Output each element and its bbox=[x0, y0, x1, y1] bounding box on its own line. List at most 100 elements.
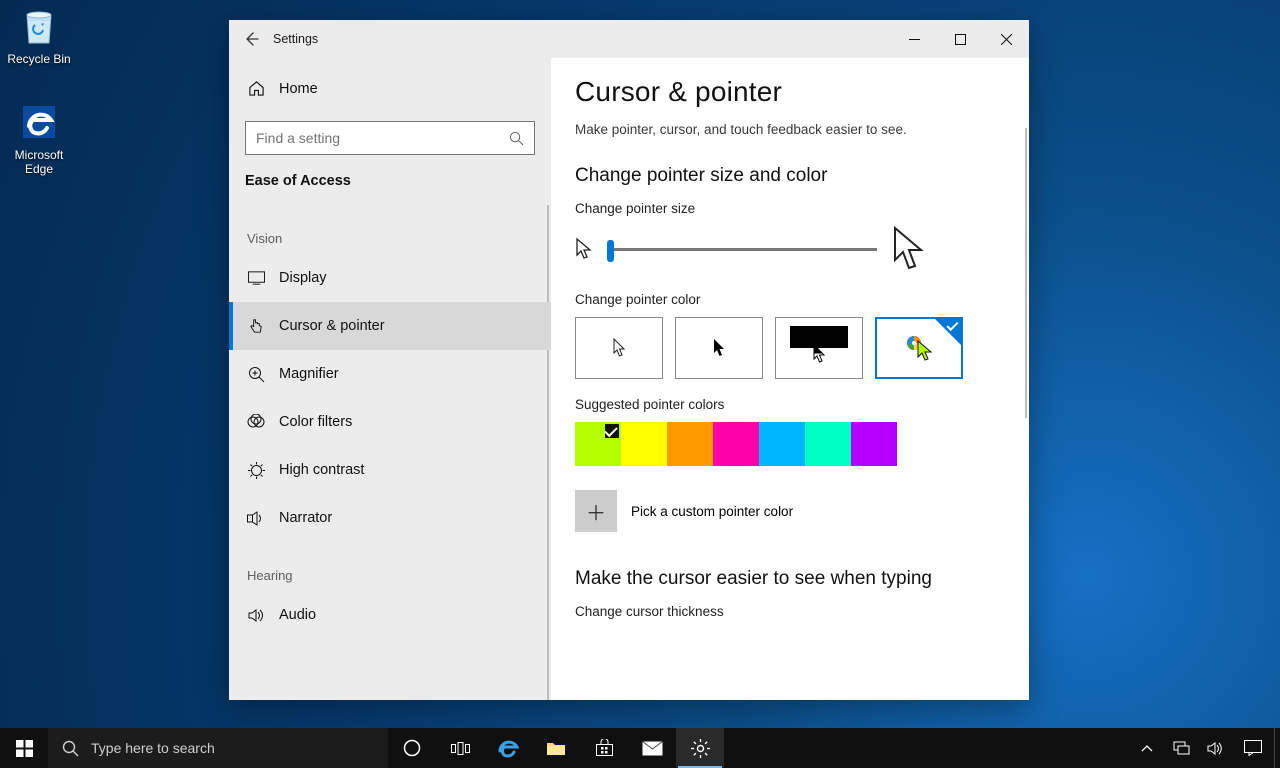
search-icon bbox=[62, 740, 79, 757]
sidebar-item-display[interactable]: Display bbox=[229, 254, 551, 302]
edge-icon bbox=[497, 737, 519, 759]
pointer-color-black[interactable] bbox=[675, 317, 763, 379]
sidebar-section-title: Ease of Access bbox=[245, 173, 535, 189]
mail-icon bbox=[642, 741, 663, 756]
sidebar-item-color-filters[interactable]: Color filters bbox=[229, 398, 551, 446]
pointer-color-label: Change pointer color bbox=[575, 292, 1005, 307]
pointer-size-slider[interactable] bbox=[607, 248, 877, 251]
tray-network[interactable] bbox=[1164, 728, 1198, 768]
sidebar-item-narrator[interactable]: Narrator bbox=[229, 494, 551, 542]
search-input-wrap[interactable] bbox=[245, 121, 535, 155]
desktop-icon-label: Microsoft Edge bbox=[2, 148, 76, 176]
sidebar-item-label: Narrator bbox=[279, 510, 332, 526]
taskbar-settings[interactable] bbox=[676, 728, 724, 768]
slider-thumb[interactable] bbox=[607, 240, 614, 262]
network-icon bbox=[1173, 741, 1190, 755]
settings-sidebar: Home Ease of Access Vision Display Curso… bbox=[229, 58, 551, 700]
page-lead: Make pointer, cursor, and touch feedback… bbox=[575, 122, 1005, 137]
back-button[interactable] bbox=[229, 20, 273, 58]
edge-icon bbox=[17, 100, 61, 144]
tray-chevron[interactable] bbox=[1130, 728, 1164, 768]
minimize-button[interactable] bbox=[891, 20, 937, 58]
sidebar-item-magnifier[interactable]: Magnifier bbox=[229, 350, 551, 398]
start-button[interactable] bbox=[0, 728, 48, 768]
minimize-icon bbox=[909, 34, 920, 45]
cursor-large-icon bbox=[891, 226, 925, 272]
audio-icon bbox=[247, 608, 265, 623]
sidebar-item-label: Display bbox=[279, 270, 327, 286]
recycle-bin-icon bbox=[17, 4, 61, 48]
suggested-color-swatch[interactable] bbox=[759, 422, 805, 466]
pointer-size-label: Change pointer size bbox=[575, 201, 1005, 216]
sidebar-item-label: Color filters bbox=[279, 414, 352, 430]
arrow-left-icon bbox=[243, 31, 259, 47]
taskbar-search[interactable]: Type here to search bbox=[48, 728, 388, 768]
cursor-thickness-label: Change cursor thickness bbox=[575, 604, 1005, 619]
sidebar-item-label: Magnifier bbox=[279, 366, 339, 382]
color-filters-icon bbox=[247, 414, 265, 430]
display-icon bbox=[247, 271, 265, 285]
maximize-icon bbox=[955, 34, 966, 45]
cursor-small-icon bbox=[575, 237, 593, 261]
page-title: Cursor & pointer bbox=[575, 76, 1005, 108]
sidebar-item-high-contrast[interactable]: High contrast bbox=[229, 446, 551, 494]
sidebar-item-label: Audio bbox=[279, 607, 316, 623]
sidebar-group-vision: Vision bbox=[229, 205, 551, 254]
taskbar-mail[interactable] bbox=[628, 728, 676, 768]
desktop-icon-label: Recycle Bin bbox=[2, 52, 76, 66]
pick-custom-color-label: Pick a custom pointer color bbox=[631, 504, 793, 519]
taskbar-edge[interactable] bbox=[484, 728, 532, 768]
home-icon bbox=[247, 80, 265, 97]
taskbar: Type here to search bbox=[0, 728, 1280, 768]
windows-icon bbox=[16, 740, 33, 757]
plus-icon: ＋ bbox=[586, 497, 606, 526]
tray-action-center[interactable] bbox=[1232, 728, 1274, 768]
selected-check-icon bbox=[935, 319, 961, 345]
suggested-color-swatch[interactable] bbox=[851, 422, 897, 466]
desktop-icon-edge[interactable]: Microsoft Edge bbox=[2, 100, 76, 176]
sidebar-item-cursor-pointer[interactable]: Cursor & pointer bbox=[229, 302, 551, 350]
magnifier-icon bbox=[247, 366, 265, 383]
pointer-color-custom[interactable] bbox=[875, 317, 963, 379]
taskbar-cortana[interactable] bbox=[388, 728, 436, 768]
inverted-pointer-icon bbox=[812, 344, 826, 364]
color-wheel-pointer-icon bbox=[904, 335, 934, 361]
volume-icon bbox=[1207, 741, 1224, 756]
suggested-color-swatch[interactable] bbox=[667, 422, 713, 466]
suggested-colors-label: Suggested pointer colors bbox=[575, 397, 1005, 412]
pointer-hand-icon bbox=[247, 318, 265, 335]
cortana-icon bbox=[403, 739, 421, 757]
pointer-color-inverted[interactable] bbox=[775, 317, 863, 379]
desktop-icon-recycle-bin[interactable]: Recycle Bin bbox=[2, 4, 76, 66]
taskbar-file-explorer[interactable] bbox=[532, 728, 580, 768]
suggested-color-swatch[interactable] bbox=[713, 422, 759, 466]
close-icon bbox=[1001, 34, 1012, 45]
sidebar-home-label: Home bbox=[279, 81, 318, 97]
show-desktop-button[interactable] bbox=[1274, 728, 1280, 768]
pointer-color-white[interactable] bbox=[575, 317, 663, 379]
contrast-icon bbox=[247, 462, 265, 479]
close-button[interactable] bbox=[983, 20, 1029, 58]
pick-custom-color-button[interactable]: ＋ bbox=[575, 490, 617, 532]
settings-content: Cursor & pointer Make pointer, cursor, a… bbox=[551, 58, 1029, 700]
section-cursor-typing: Make the cursor easier to see when typin… bbox=[575, 568, 1005, 590]
taskbar-store[interactable] bbox=[580, 728, 628, 768]
folder-icon bbox=[546, 740, 566, 756]
search-input[interactable] bbox=[256, 130, 509, 146]
tray-volume[interactable] bbox=[1198, 728, 1232, 768]
sidebar-home[interactable]: Home bbox=[245, 70, 535, 107]
sidebar-item-audio[interactable]: Audio bbox=[229, 591, 551, 639]
settings-window: Settings Home Ease of Access Vision bbox=[229, 20, 1029, 700]
action-center-icon bbox=[1244, 740, 1262, 756]
black-pointer-icon bbox=[712, 338, 726, 358]
search-icon bbox=[509, 131, 524, 146]
taskbar-task-view[interactable] bbox=[436, 728, 484, 768]
maximize-button[interactable] bbox=[937, 20, 983, 58]
suggested-color-swatch[interactable] bbox=[805, 422, 851, 466]
suggested-colors bbox=[575, 422, 1005, 466]
suggested-color-swatch[interactable] bbox=[621, 422, 667, 466]
chevron-up-icon bbox=[1141, 744, 1153, 752]
narrator-icon bbox=[247, 511, 265, 526]
suggested-color-swatch[interactable] bbox=[575, 422, 621, 466]
taskbar-search-placeholder: Type here to search bbox=[91, 740, 215, 756]
